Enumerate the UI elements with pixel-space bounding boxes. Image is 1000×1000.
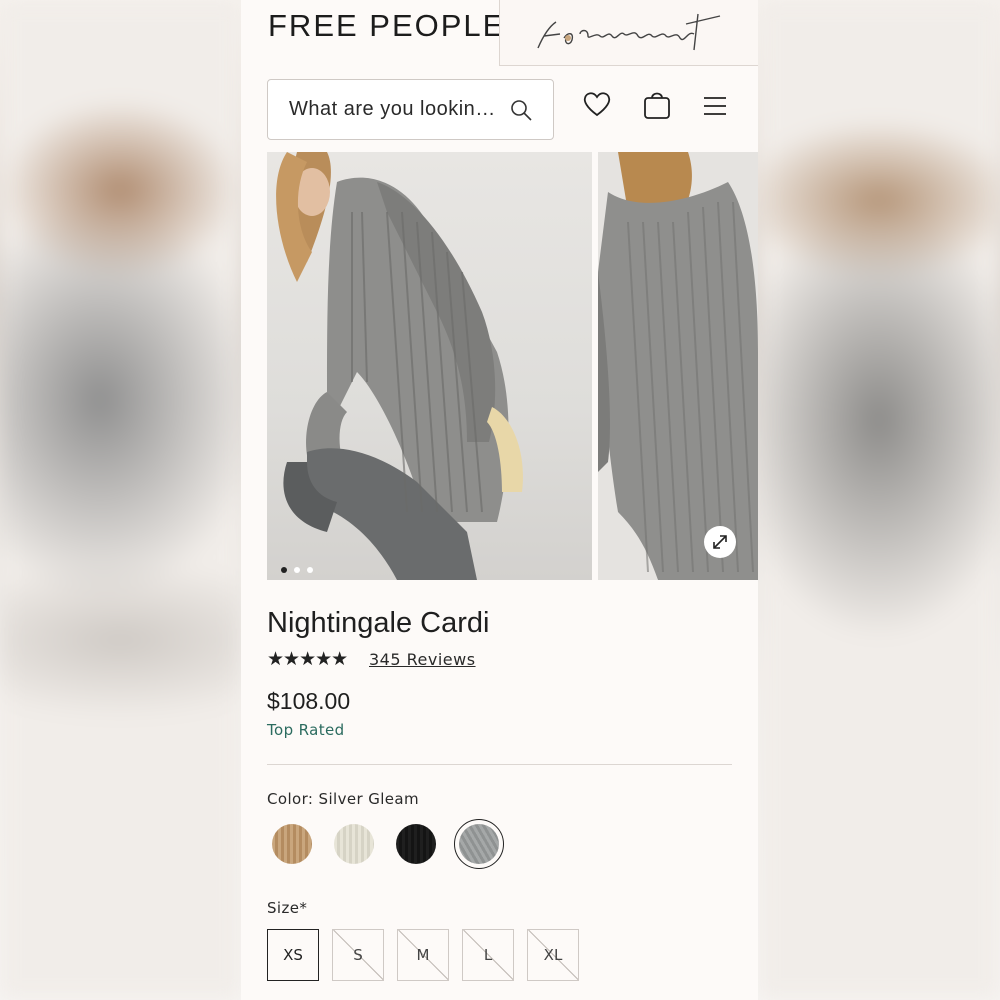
carousel-dot[interactable]: [281, 567, 287, 573]
product-photo-front[interactable]: [267, 152, 592, 580]
size-s-button[interactable]: S: [332, 929, 384, 981]
carousel-dot[interactable]: [294, 567, 300, 573]
size-l-label: L: [483, 946, 493, 964]
product-photo-back[interactable]: [598, 152, 758, 580]
swatch-tan[interactable]: [272, 824, 312, 864]
size-s-label: S: [353, 946, 363, 964]
size-l-button[interactable]: L: [462, 929, 514, 981]
rating-stars: ★★★★★: [267, 648, 348, 670]
product-price: $108.00: [267, 688, 351, 714]
search-input[interactable]: What are you looking for?: [267, 79, 554, 140]
expand-icon: [713, 535, 727, 549]
size-xl-button[interactable]: XL: [527, 929, 579, 981]
swatch-silver-gleam[interactable]: [459, 824, 499, 864]
model-illustration-back: [598, 152, 758, 580]
heart-icon[interactable]: [582, 90, 612, 118]
top-rated-badge: Top Rated: [267, 721, 345, 739]
reviews-link[interactable]: 345 Reviews: [369, 650, 476, 669]
product-title: Nightingale Cardi: [267, 607, 490, 639]
size-label: Size*: [267, 899, 308, 917]
swatch-ivory[interactable]: [334, 824, 374, 864]
size-xl-label: XL: [543, 946, 563, 964]
size-xs-label: XS: [283, 946, 303, 964]
movement-logo: [537, 13, 721, 51]
menu-icon[interactable]: [703, 96, 727, 116]
movement-logo-tab[interactable]: [499, 0, 758, 66]
size-xs-button[interactable]: XS: [267, 929, 319, 981]
background-blur-right: [759, 0, 1000, 1000]
color-label: Color: Silver Gleam: [267, 790, 420, 808]
search-icon[interactable]: [509, 98, 533, 122]
background-blur-left: [0, 0, 241, 1000]
carousel-dots: [281, 558, 320, 577]
product-page: FREE PEOPLE What are you looking for?: [241, 0, 758, 1000]
swatch-black[interactable]: [396, 824, 436, 864]
expand-button[interactable]: [704, 526, 736, 558]
carousel-dot[interactable]: [307, 567, 313, 573]
size-m-button[interactable]: M: [397, 929, 449, 981]
top-bar: FREE PEOPLE: [241, 0, 758, 66]
product-gallery[interactable]: [267, 152, 758, 580]
size-m-label: M: [416, 946, 430, 964]
brand-logo[interactable]: FREE PEOPLE: [268, 8, 505, 44]
divider: [267, 764, 732, 765]
model-illustration-front: [276, 152, 523, 580]
search-placeholder: What are you looking for?: [289, 98, 499, 120]
bag-icon[interactable]: [642, 90, 672, 120]
